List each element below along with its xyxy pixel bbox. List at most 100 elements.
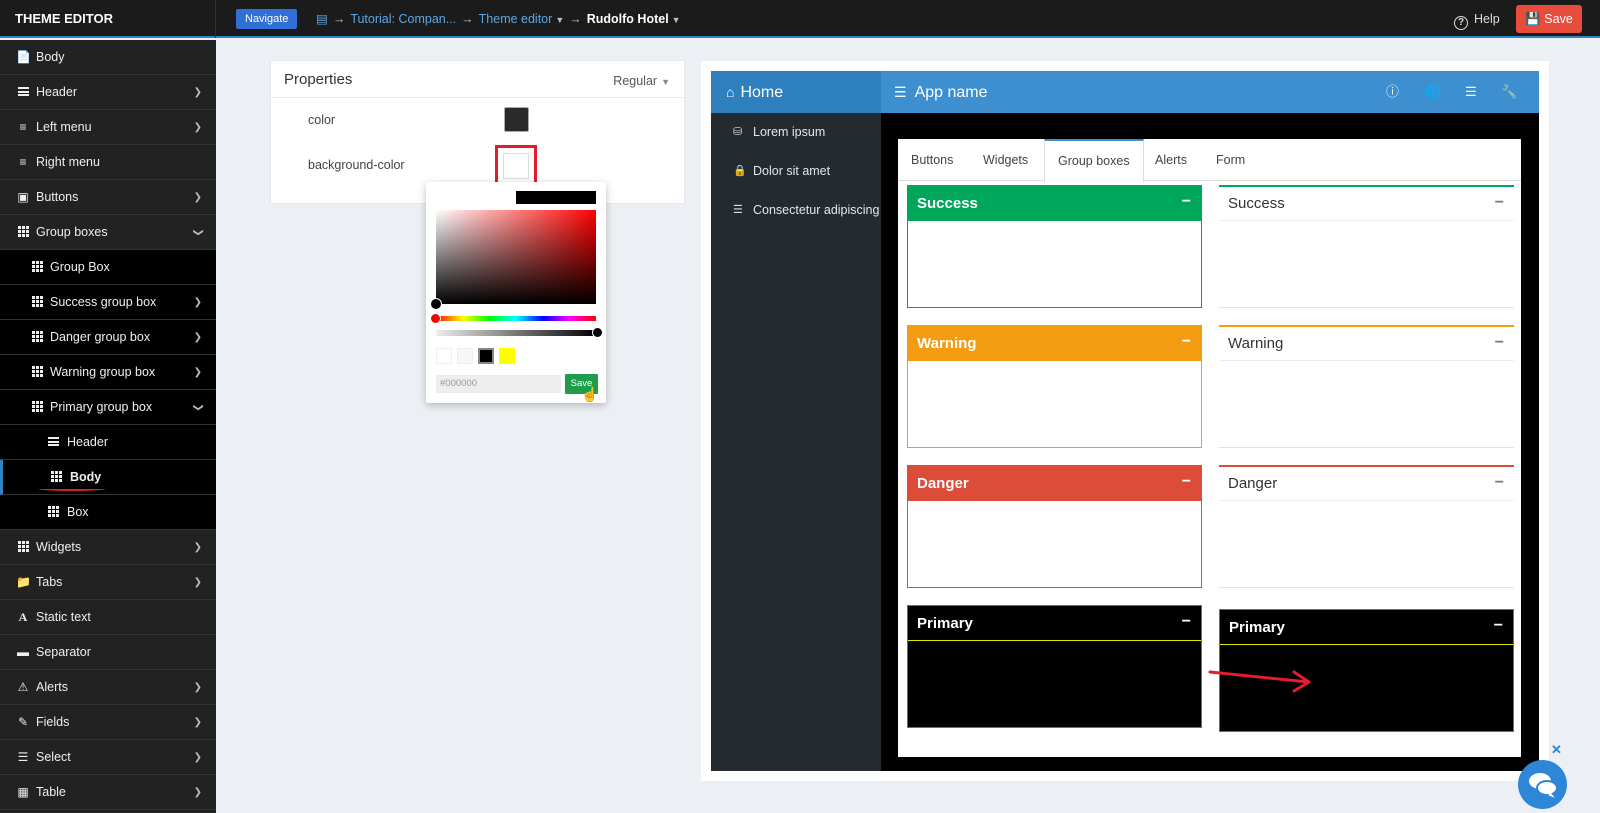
breadcrumb-item-theme-editor[interactable]: Theme editor [479,12,553,26]
grid-icon [46,495,60,530]
tab-group-boxes[interactable]: Group boxes [1044,139,1144,182]
sidebar-item-select[interactable]: ☰ Select ❯ [0,740,216,775]
sidebar-item-group-box[interactable]: Group Box [0,250,216,285]
preview-home[interactable]: ⌂ Home [711,71,881,113]
breadcrumb-item-current[interactable]: Rudolfo Hotel [587,12,669,26]
tab-alerts[interactable]: Alerts [1142,139,1200,181]
sidebar-item-danger-group-box[interactable]: Danger group box ❯ [0,320,216,355]
group-box-header: Success − [1219,187,1514,221]
alpha-handle[interactable] [592,327,603,338]
sidebar-item-label: Alerts [36,680,68,694]
group-box-header: Primary − [1220,610,1513,645]
minimize-icon[interactable]: − [1495,467,1504,499]
preview-left-menu: ⛁ Lorem ipsum 🔒 Dolor sit amet ☰ Consectetu… [711,113,881,771]
preview-app: ⌂ Home ☰ App name ⓘ 🌐 ☰ 🔧 ⛁ Lorem ipsum 🔒 Do… [711,71,1539,771]
chevron-right-icon: ❯ [193,717,202,728]
group-box-title: Primary [917,615,973,632]
group-box-title: Primary [1229,619,1285,636]
saturation-handle[interactable] [430,298,442,310]
background-color-swatch[interactable] [503,153,529,179]
minimize-icon[interactable]: − [1182,326,1191,358]
prop-label-color: color [308,113,336,127]
navigate-button[interactable]: Navigate [236,9,298,29]
minimize-icon[interactable]: − [1182,606,1191,638]
tab-buttons[interactable]: Buttons [898,139,966,181]
sidebar-item-primary-box[interactable]: Box [0,495,216,530]
sidebar-item-separator[interactable]: ▬ Separator [0,635,216,670]
hue-slider[interactable] [436,316,596,321]
minimize-icon[interactable]: − [1494,610,1503,642]
list-icon[interactable]: ☰ [1465,71,1477,113]
folder-icon: 📁 [16,575,31,589]
sidebar-item-tabs[interactable]: 📁 Tabs ❯ [0,565,216,600]
swatch-white[interactable] [436,348,452,364]
minimize-icon[interactable]: − [1495,327,1504,359]
minimize-icon[interactable]: − [1182,186,1191,218]
wrench-icon[interactable]: 🔧 [1501,71,1517,113]
sidebar-item-table[interactable]: ▦ Table ❯ [0,775,216,810]
tab-widgets[interactable]: Widgets [970,139,1041,181]
sidebar-item-label: Select [36,750,71,764]
help-label: Help [1474,12,1500,26]
sidebar-item-widgets[interactable]: Widgets ❯ [0,530,216,565]
menu-icon[interactable]: ☰ [894,84,907,100]
chevron-right-icon: ❯ [193,122,202,133]
chat-button[interactable] [1518,760,1567,809]
bars-icon [46,425,60,460]
sidebar-item-primary-body[interactable]: Body [0,460,216,495]
edit-icon: ✎ [17,715,29,729]
sidebar-item-label: Primary group box [50,400,153,414]
chevron-down-icon[interactable]: ▼ [672,15,681,25]
sidebar-item-right-menu[interactable]: ≡ Right menu [0,145,216,180]
sidebar-item-label: Right menu [36,155,100,169]
sidebar-item-static-text[interactable]: A Static text [0,600,216,635]
sidebar-item-label: Body [70,470,102,484]
sidebar-item-primary-header[interactable]: Header [0,425,216,460]
sidebar-item-warning-group-box[interactable]: Warning group box ❯ [0,355,216,390]
save-button[interactable]: 💾 Save [1516,5,1582,33]
sidebar-item-label: Buttons [36,190,79,204]
swatch-light[interactable] [457,348,473,364]
info-icon[interactable]: ⓘ [1386,71,1399,113]
database-icon: ⛁ [733,126,743,138]
minimize-icon[interactable]: − [1182,466,1191,498]
breadcrumb-list-icon[interactable]: ▤ [316,12,328,26]
tab-form[interactable]: Form [1203,139,1258,181]
sidebar-item-body[interactable]: 📄 Body [0,40,216,75]
color-swatch[interactable] [504,107,529,132]
sidebar-item-label: Fields [36,715,70,729]
preview-menu-item[interactable]: ⛁ Lorem ipsum [711,113,881,152]
swatch-yellow[interactable] [499,348,515,364]
sidebar-item-primary-group-box[interactable]: Primary group box ❯ [0,390,216,425]
hue-handle[interactable] [430,313,441,324]
breadcrumb-item-tutorial[interactable]: Tutorial: Compan... [350,12,456,26]
sidebar-item-alerts[interactable]: ⚠ Alerts ❯ [0,670,216,705]
group-box-title: Warning [1228,335,1284,352]
bars-icon: ☰ [733,204,743,216]
group-box-header: Danger − [908,466,1201,501]
top-bar: THEME EDITOR Navigate ▤ → Tutorial: Compan… [0,0,1600,38]
saturation-value-area[interactable] [436,210,596,304]
sidebar-item-fields[interactable]: ✎ Fields ❯ [0,705,216,740]
globe-icon[interactable]: 🌐 [1425,71,1441,113]
sidebar-item-label: Box [67,505,89,519]
swatch-black[interactable] [478,348,494,364]
help-link[interactable]: ? Help [1454,0,1500,38]
sidebar-item-group-boxes[interactable]: Group boxes ❯ [0,215,216,250]
preview-menu-item[interactable]: ☰ Consectetur adipiscing [711,191,881,230]
hex-input[interactable]: #000000 [436,375,561,393]
mode-dropdown[interactable]: Regular ▼ [613,74,670,88]
preview-menu-item[interactable]: 🔒 Dolor sit amet [711,152,881,191]
close-icon[interactable]: ✕ [1551,742,1562,758]
alpha-slider[interactable] [436,330,596,336]
sidebar-item-buttons[interactable]: ▣ Buttons ❯ [0,180,216,215]
minimize-icon[interactable]: − [1495,187,1504,219]
question-icon: ? [1454,16,1468,30]
sidebar-item-left-menu[interactable]: ≡ Left menu ❯ [0,110,216,145]
sidebar-item-success-group-box[interactable]: Success group box ❯ [0,285,216,320]
chevron-down-icon[interactable]: ▼ [555,15,564,25]
chevron-right-icon: ❯ [193,682,202,693]
group-box-danger-plain: Danger − [1219,465,1514,588]
group-box-title: Warning [917,335,977,352]
sidebar-item-header[interactable]: Header ❯ [0,75,216,110]
